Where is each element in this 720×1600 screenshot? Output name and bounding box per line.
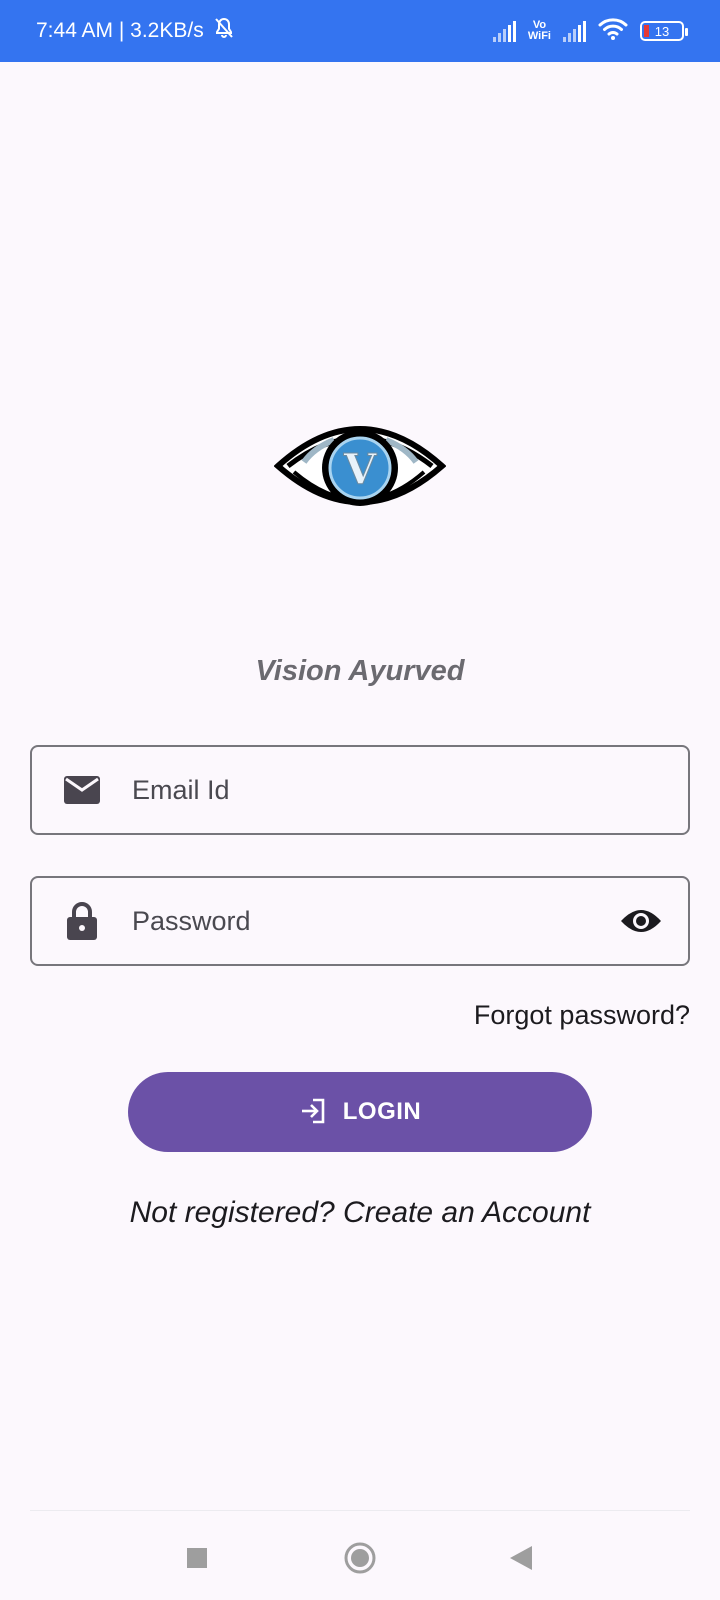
- status-right: Vo WiFi 13: [492, 17, 688, 46]
- login-label: LOGIN: [342, 1098, 422, 1125]
- login-button[interactable]: LOGIN: [128, 1072, 592, 1152]
- logo-letter: V: [343, 445, 378, 494]
- eye-icon[interactable]: [618, 898, 664, 944]
- back-triangle-icon: [510, 1546, 532, 1570]
- lock-icon: [62, 901, 102, 941]
- status-time-speed: 7:44 AM | 3.2KB/s: [36, 19, 204, 42]
- email-field[interactable]: [30, 745, 690, 835]
- status-bar: 7:44 AM | 3.2KB/s Vo WiFi 13: [0, 0, 720, 62]
- password-field[interactable]: [30, 876, 690, 966]
- home-button[interactable]: [335, 1533, 385, 1583]
- vowifi-label: Vo WiFi: [527, 19, 551, 42]
- status-left: 7:44 AM | 3.2KB/s: [36, 16, 236, 46]
- nav-divider: [30, 1510, 690, 1511]
- app-name: Vision Ayurved: [255, 655, 465, 687]
- muted-bell-icon: [212, 16, 236, 46]
- signal-icon: [492, 20, 516, 42]
- forgot-password-link[interactable]: Forgot password?: [474, 1000, 690, 1031]
- create-account-link[interactable]: Not registered? Create an Account: [0, 1196, 720, 1230]
- app-logo: V: [273, 410, 447, 530]
- back-button[interactable]: [496, 1533, 546, 1583]
- mail-icon: [62, 770, 102, 810]
- recents-button[interactable]: [172, 1533, 222, 1583]
- login-icon: [299, 1097, 327, 1128]
- signal-icon-2: [563, 20, 586, 42]
- circle-icon: [344, 1542, 376, 1574]
- wifi-icon: [598, 17, 628, 46]
- battery-icon: 13: [640, 21, 688, 41]
- password-input[interactable]: [132, 891, 618, 951]
- email-input[interactable]: [132, 760, 688, 820]
- square-icon: [187, 1548, 207, 1568]
- battery-level: 13: [654, 23, 670, 39]
